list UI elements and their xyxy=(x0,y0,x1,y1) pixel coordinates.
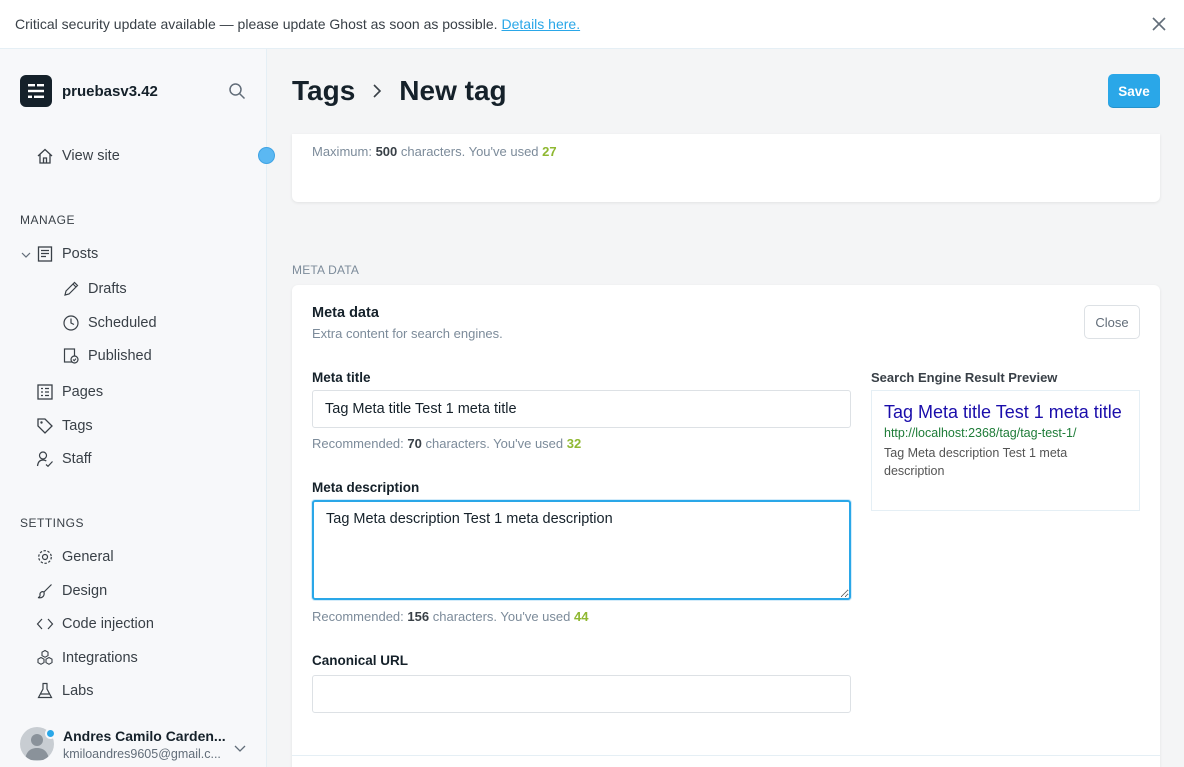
hint-used-count: 44 xyxy=(574,609,589,624)
meta-section-label: META DATA xyxy=(292,263,360,277)
description-card: Maximum: 500 characters. You've used 27 xyxy=(292,134,1160,202)
nav-published[interactable]: Published xyxy=(62,347,152,365)
nav-posts[interactable]: Posts xyxy=(36,245,98,263)
meta-data-card: Meta data Extra content for search engin… xyxy=(292,285,1160,767)
pencil-icon xyxy=(62,280,80,298)
hint-limit: 70 xyxy=(407,436,422,451)
meta-description-hint: Recommended: 156 characters. You've used… xyxy=(312,609,588,624)
sidebar-resize-handle[interactable] xyxy=(258,147,275,164)
banner-details-link[interactable]: Details here. xyxy=(502,16,581,32)
canonical-url-label: Canonical URL xyxy=(312,653,409,668)
code-icon xyxy=(36,615,54,633)
home-icon xyxy=(36,147,54,165)
pages-icon xyxy=(36,383,54,401)
hint-limit: 156 xyxy=(407,609,430,624)
posts-icon xyxy=(36,245,54,263)
brand[interactable]: pruebasv3.42 xyxy=(20,75,158,107)
save-button[interactable]: Save xyxy=(1108,74,1160,108)
user-name: Andres Camilo Carden... xyxy=(63,727,226,744)
ghost-logo-icon xyxy=(20,75,52,107)
meta-title-label: Meta title xyxy=(312,370,371,385)
update-banner: Critical security update available — ple… xyxy=(0,0,1184,49)
close-icon[interactable] xyxy=(1150,15,1168,33)
brush-icon xyxy=(36,582,54,600)
close-button[interactable]: Close xyxy=(1084,305,1140,339)
serp-preview-label: Search Engine Result Preview xyxy=(871,370,1058,385)
nav-general-label: General xyxy=(62,549,114,565)
hint-prefix: Recommended: xyxy=(312,436,404,451)
online-status-dot xyxy=(45,728,56,739)
hint-middle: characters. You've used xyxy=(432,609,571,624)
serp-title: Tag Meta title Test 1 meta title xyxy=(884,402,1122,422)
nav-design[interactable]: Design xyxy=(36,582,107,600)
nav-integrations[interactable]: Integrations xyxy=(36,649,138,667)
user-email: kmiloandres9605@gmail.c... xyxy=(63,746,221,761)
integrations-icon xyxy=(36,649,54,667)
tag-icon xyxy=(36,417,54,435)
manage-section-title: MANAGE xyxy=(20,213,76,227)
nav-posts-label: Posts xyxy=(62,246,99,262)
hint-prefix: Recommended: xyxy=(312,609,404,624)
gear-icon xyxy=(36,548,54,566)
banner-text: Critical security update available — ple… xyxy=(15,16,498,32)
nav-design-label: Design xyxy=(62,583,108,599)
nav-integrations-label: Integrations xyxy=(62,650,138,666)
staff-icon xyxy=(36,450,54,468)
flask-icon xyxy=(36,682,54,700)
meta-card-title: Meta data xyxy=(312,305,379,321)
nav-drafts-label: Drafts xyxy=(88,281,127,297)
nav-pages-label: Pages xyxy=(62,384,104,400)
description-hint: Maximum: 500 characters. You've used 27 xyxy=(312,144,557,159)
hint-prefix: Maximum: xyxy=(312,144,372,159)
clock-icon xyxy=(62,314,80,332)
nav-general[interactable]: General xyxy=(36,548,114,566)
chevron-down-icon[interactable] xyxy=(20,249,32,261)
nav-staff[interactable]: Staff xyxy=(36,450,92,468)
hint-middle: characters. You've used xyxy=(425,436,564,451)
nav-staff-label: Staff xyxy=(62,451,92,467)
nav-published-label: Published xyxy=(88,348,152,364)
meta-title-hint: Recommended: 70 characters. You've used … xyxy=(312,436,581,451)
page-title: New tag xyxy=(399,75,507,106)
nav-labs[interactable]: Labs xyxy=(36,682,93,700)
chevron-right-icon xyxy=(373,84,382,98)
nav-scheduled-label: Scheduled xyxy=(88,315,157,331)
settings-section-title: SETTINGS xyxy=(20,516,85,530)
nav-code-injection-label: Code injection xyxy=(62,616,154,632)
sidebar: pruebasv3.42 View site MANAGE Posts Draf… xyxy=(0,49,267,767)
chevron-down-icon[interactable] xyxy=(232,740,248,756)
meta-card-subtitle: Extra content for search engines. xyxy=(312,326,503,341)
serp-url: http://localhost:2368/tag/tag-test-1/ xyxy=(884,426,1077,440)
card-divider xyxy=(292,755,1160,756)
meta-description-label: Meta description xyxy=(312,480,420,495)
nav-labs-label: Labs xyxy=(62,683,94,699)
nav-pages[interactable]: Pages xyxy=(36,383,103,401)
nav-drafts[interactable]: Drafts xyxy=(62,280,127,298)
nav-scheduled[interactable]: Scheduled xyxy=(62,314,157,332)
nav-view-site[interactable]: View site xyxy=(36,147,120,165)
nav-tags[interactable]: Tags xyxy=(36,417,93,435)
breadcrumb-tags-link[interactable]: Tags xyxy=(292,75,355,107)
published-icon xyxy=(62,347,80,365)
nav-tags-label: Tags xyxy=(62,418,93,434)
hint-middle: characters. You've used xyxy=(400,144,539,159)
breadcrumb: Tags New tag xyxy=(292,75,507,107)
hint-used-count: 27 xyxy=(542,144,557,159)
hint-used-count: 32 xyxy=(566,436,582,451)
site-name: pruebasv3.42 xyxy=(62,82,158,100)
hint-limit: 500 xyxy=(375,144,398,159)
nav-view-site-label: View site xyxy=(62,148,120,164)
search-icon[interactable] xyxy=(228,82,246,100)
meta-title-input[interactable] xyxy=(312,390,851,428)
canonical-url-input[interactable] xyxy=(312,675,851,713)
serp-description: Tag Meta description Test 1 meta descrip… xyxy=(884,446,1068,478)
serp-preview: Tag Meta title Test 1 meta title http://… xyxy=(871,390,1140,511)
main-content: Tags New tag Save Maximum: 500 character… xyxy=(267,49,1184,767)
nav-code-injection[interactable]: Code injection xyxy=(36,615,154,633)
meta-description-textarea[interactable]: Tag Meta description Test 1 meta descrip… xyxy=(312,500,851,600)
user-info: Andres Camilo Carden... kmiloandres9605@… xyxy=(63,728,226,761)
